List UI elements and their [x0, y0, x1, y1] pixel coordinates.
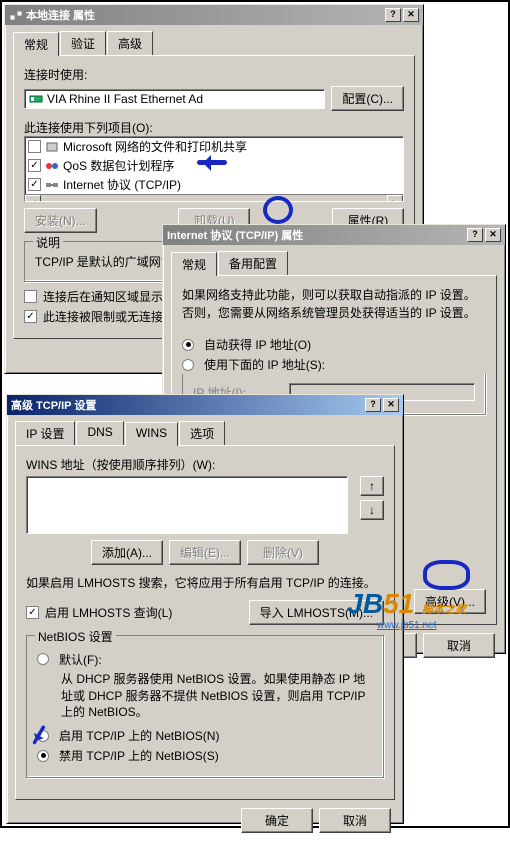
tab-advanced[interactable]: 高级 [107, 31, 153, 55]
components-listbox[interactable]: Microsoft 网络的文件和打印机共享 ✓ QoS 数据包计划程序 ✓ In… [24, 136, 404, 202]
item-label: QoS 数据包计划程序 [63, 157, 174, 174]
close-button[interactable]: ✕ [403, 8, 419, 22]
checkbox[interactable]: ✓ [28, 159, 41, 172]
import-lmhosts-button[interactable]: 导入 LMHOSTS(M)... [249, 600, 384, 625]
cancel-button[interactable]: 取消 [423, 633, 495, 658]
enable-lmhosts-label: 启用 LMHOSTS 查询(L) [45, 604, 172, 621]
wins-addresses-label: WINS 地址（按使用顺序排列）(W): [26, 456, 384, 473]
lmhosts-info: 如果启用 LMHOSTS 搜索，它将应用于所有启用 TCP/IP 的连接。 [26, 575, 384, 592]
arrow-up-icon: ↑ [369, 479, 375, 493]
list-item[interactable]: Microsoft 网络的文件和打印机共享 [25, 137, 403, 156]
help-button[interactable]: ? [467, 228, 483, 242]
enable-lmhosts-row[interactable]: ✓ 启用 LMHOSTS 查询(L) [26, 604, 172, 621]
titlebar[interactable]: 高级 TCP/IP 设置 ? ✕ [7, 395, 403, 415]
move-up-button[interactable]: ↑ [360, 476, 384, 496]
tab-alternate[interactable]: 备用配置 [218, 251, 288, 275]
checkbox[interactable]: ✓ [26, 606, 39, 619]
radio[interactable] [37, 750, 49, 762]
arrow-down-icon: ↓ [369, 503, 375, 517]
service-icon [45, 141, 59, 153]
list-item[interactable]: ✓ Internet 协议 (TCP/IP) [25, 175, 403, 194]
manual-ip-label: 使用下面的 IP 地址(S): [204, 356, 325, 373]
advanced-button[interactable]: 高级(V)... [414, 589, 486, 614]
tab-options[interactable]: 选项 [179, 421, 225, 445]
netbios-disable-row[interactable]: 禁用 TCP/IP 上的 NetBIOS(S) [37, 747, 373, 764]
configure-button[interactable]: 配置(C)... [331, 86, 404, 111]
scroll-right-icon[interactable]: ► [387, 195, 403, 202]
remove-button[interactable]: 删除(V) [247, 540, 319, 565]
edit-button[interactable]: 编辑(E)... [169, 540, 241, 565]
wins-listbox[interactable] [26, 476, 348, 534]
adapter-name: VIA Rhine II Fast Ethernet Ad [47, 92, 203, 106]
auto-ip-label: 自动获得 IP 地址(O) [204, 336, 311, 353]
tab-dns[interactable]: DNS [76, 421, 123, 445]
tab-strip: 常规 验证 高级 [5, 25, 423, 55]
radio[interactable] [182, 359, 194, 371]
tab-wins[interactable]: WINS [125, 422, 178, 446]
help-button[interactable]: ? [385, 8, 401, 22]
checkbox[interactable] [24, 290, 37, 303]
titlebar[interactable]: 本地连接 属性 ? ✕ [5, 5, 423, 25]
tab-panel: WINS 地址（按使用顺序排列）(W): ↑ ↓ 添加(A)... 编辑(E).… [15, 445, 395, 800]
install-button[interactable]: 安装(N)... [24, 208, 97, 233]
netbios-default-desc: 从 DHCP 服务器使用 NetBIOS 设置。如果使用静态 IP 地址或 DH… [61, 671, 373, 721]
netbios-enable-row[interactable]: 启用 TCP/IP 上的 NetBIOS(N) [37, 727, 373, 744]
close-button[interactable]: ✕ [383, 398, 399, 412]
tab-ip-settings[interactable]: IP 设置 [15, 421, 75, 445]
checkbox[interactable]: ✓ [24, 310, 37, 323]
netbios-disable-label: 禁用 TCP/IP 上的 NetBIOS(S) [59, 747, 219, 764]
titlebar[interactable]: Internet 协议 (TCP/IP) 属性 ? ✕ [163, 225, 505, 245]
window-title: 本地连接 属性 [26, 7, 385, 23]
tab-strip: 常规 备用配置 [163, 245, 505, 275]
connect-using-label: 连接时使用: [24, 66, 404, 83]
window-title: 高级 TCP/IP 设置 [11, 397, 365, 413]
checkbox[interactable]: ✓ [28, 178, 41, 191]
description-title: 说明 [33, 234, 63, 251]
ok-button[interactable]: 确定 [241, 808, 313, 833]
item-label: Internet 协议 (TCP/IP) [63, 176, 181, 193]
tcpip-icon [45, 179, 59, 191]
cancel-button[interactable]: 取消 [319, 808, 391, 833]
window-title: Internet 协议 (TCP/IP) 属性 [167, 227, 467, 243]
uses-items-label: 此连接使用下列项目(O): [24, 119, 404, 136]
radio[interactable] [37, 730, 49, 742]
adapter-field: VIA Rhine II Fast Ethernet Ad [24, 89, 325, 109]
add-button[interactable]: 添加(A)... [91, 540, 163, 565]
manual-ip-radio-row[interactable]: 使用下面的 IP 地址(S): [182, 356, 486, 373]
network-icon [9, 8, 23, 22]
scroll-left-icon[interactable]: ◄ [25, 195, 41, 202]
nic-icon [29, 93, 43, 105]
advanced-tcpip-window: 高级 TCP/IP 设置 ? ✕ IP 设置 DNS WINS 选项 WINS … [6, 394, 404, 824]
netbios-enable-label: 启用 TCP/IP 上的 NetBIOS(N) [59, 727, 219, 744]
item-label: Microsoft 网络的文件和打印机共享 [63, 138, 247, 155]
tab-general[interactable]: 常规 [13, 32, 59, 56]
tab-general[interactable]: 常规 [171, 252, 217, 276]
info-text: 如果网络支持此功能，则可以获取自动指派的 IP 设置。否则，您需要从网络系统管理… [182, 286, 486, 322]
scrollbar[interactable]: ◄ ► [25, 194, 403, 202]
move-down-button[interactable]: ↓ [360, 500, 384, 520]
close-button[interactable]: ✕ [485, 228, 501, 242]
list-item[interactable]: ✓ QoS 数据包计划程序 [25, 156, 403, 175]
help-button[interactable]: ? [365, 398, 381, 412]
qos-icon [45, 160, 59, 172]
netbios-title: NetBIOS 设置 [35, 628, 116, 645]
tab-strip: IP 设置 DNS WINS 选项 [7, 415, 403, 445]
radio[interactable] [182, 339, 194, 351]
radio[interactable] [37, 653, 49, 665]
netbios-default-label: 默认(F): [59, 651, 102, 668]
tab-auth[interactable]: 验证 [60, 31, 106, 55]
auto-ip-radio-row[interactable]: 自动获得 IP 地址(O) [182, 336, 486, 353]
netbios-default-row[interactable]: 默认(F): [37, 651, 373, 668]
checkbox[interactable] [28, 140, 41, 153]
